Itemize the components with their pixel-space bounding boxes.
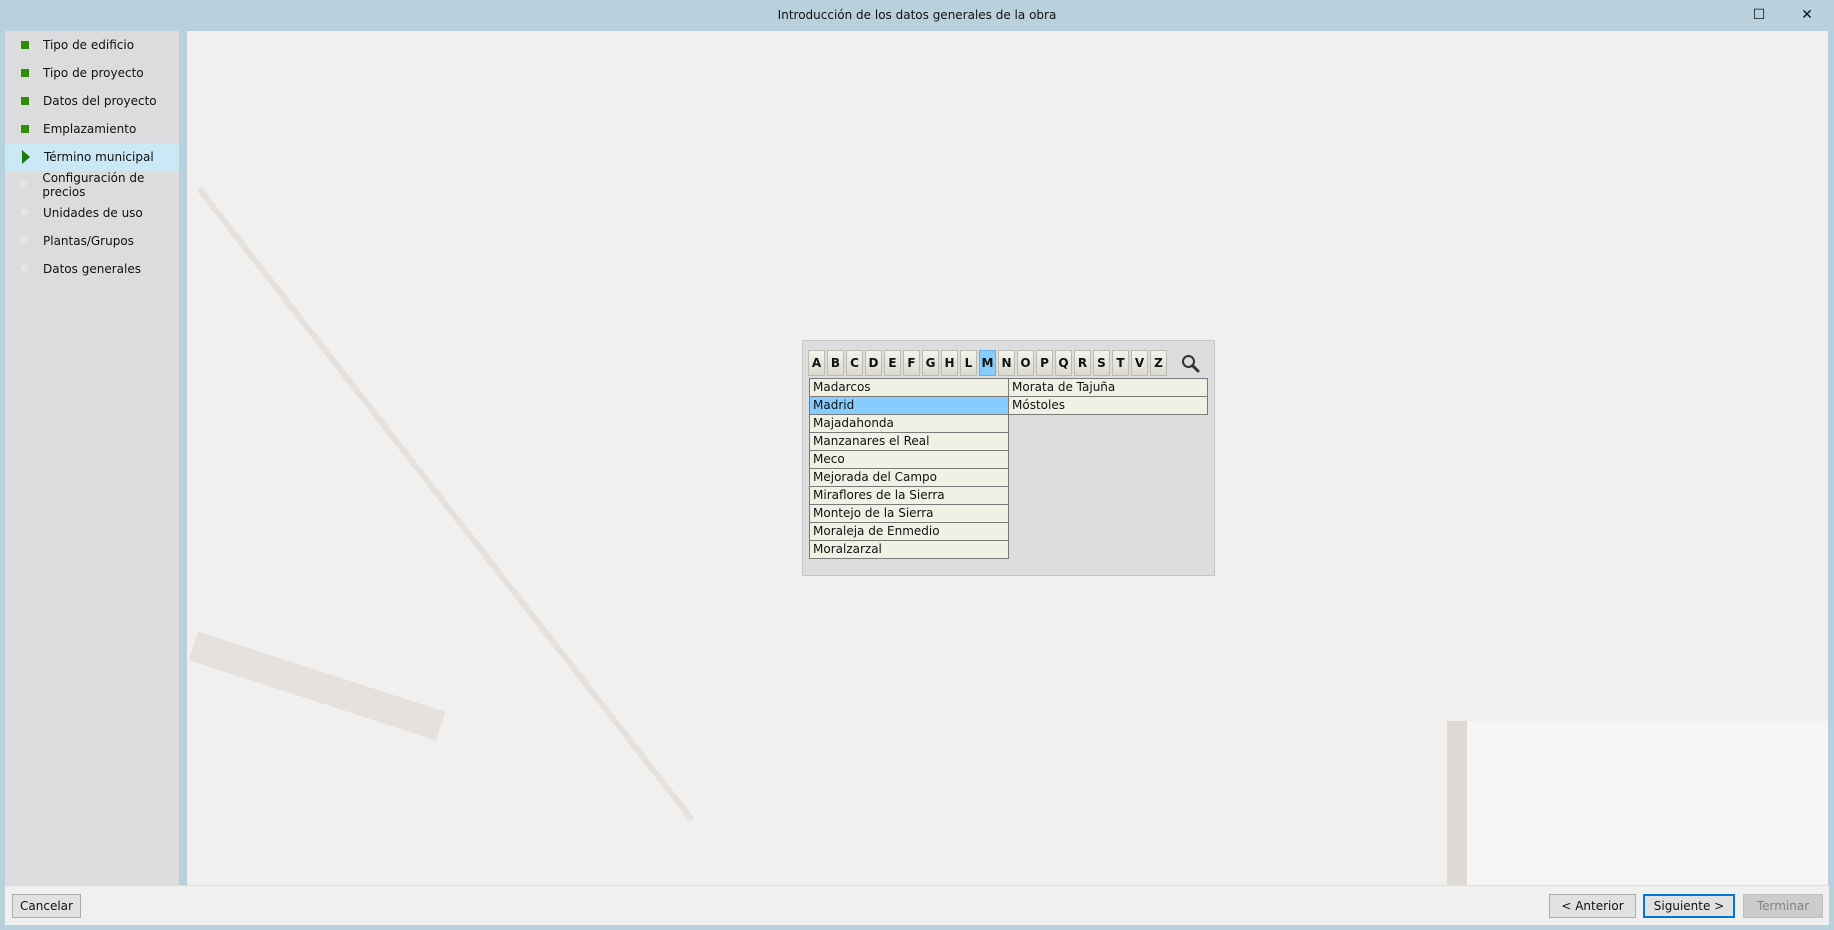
wizard-steps: Tipo de edificio Tipo de proyecto Datos de…: [5, 31, 179, 885]
cancel-button[interactable]: Cancelar: [12, 894, 81, 918]
municipality-item[interactable]: Manzanares el Real: [809, 432, 1009, 451]
letter-button-F[interactable]: F: [903, 350, 920, 376]
municipality-item[interactable]: Morata de Tajuña: [1008, 378, 1208, 397]
letter-button-Q[interactable]: Q: [1055, 350, 1072, 376]
municipality-item[interactable]: Montejo de la Sierra: [809, 504, 1009, 523]
step-done-icon: [21, 125, 29, 133]
letter-button-B[interactable]: B: [827, 350, 844, 376]
sidebar-item-label: Término municipal: [44, 150, 154, 164]
letter-button-S[interactable]: S: [1093, 350, 1110, 376]
municipality-item[interactable]: Móstoles: [1008, 396, 1208, 415]
letter-button-P[interactable]: P: [1036, 350, 1053, 376]
step-pending-icon: [21, 209, 29, 217]
municipality-item[interactable]: Moralzarzal: [809, 540, 1009, 559]
step-pending-icon: [21, 237, 29, 245]
sidebar-item-2[interactable]: Datos del proyecto: [5, 87, 179, 115]
step-pending-icon: [21, 181, 29, 189]
municipality-selector: ABCDEFGHLMNOPQRSTVZ Madarcos Madrid Majada…: [802, 340, 1215, 576]
step-pending-icon: [21, 265, 29, 273]
title-bar: Introducción de los datos generales de l…: [0, 0, 1834, 31]
sidebar-item-8[interactable]: Datos generales: [5, 255, 179, 283]
letter-button-R[interactable]: R: [1074, 350, 1091, 376]
municipality-item[interactable]: Madarcos: [809, 378, 1009, 397]
background-decoration: [188, 631, 446, 741]
sidebar-item-3[interactable]: Emplazamiento: [5, 115, 179, 143]
footer: Cancelar < Anterior Siguiente > Terminar: [5, 885, 1829, 925]
municipality-item[interactable]: Madrid: [809, 396, 1009, 415]
municipality-list-column-2: Morata de Tajuña Móstoles: [1008, 378, 1208, 415]
sidebar-item-label: Plantas/Grupos: [43, 234, 134, 248]
letter-filter-bar: ABCDEFGHLMNOPQRSTVZ: [808, 350, 1167, 376]
sidebar-item-1[interactable]: Tipo de proyecto: [5, 59, 179, 87]
background-decoration: [197, 187, 695, 822]
letter-button-H[interactable]: H: [941, 350, 958, 376]
letter-button-G[interactable]: G: [922, 350, 939, 376]
sidebar-item-label: Unidades de uso: [43, 206, 143, 220]
municipality-list-column-1: Madarcos Madrid Majadahonda Manzanares el R…: [809, 378, 1009, 559]
close-button[interactable]: ✕: [1784, 0, 1830, 31]
next-button[interactable]: Siguiente >: [1643, 894, 1735, 918]
letter-button-L[interactable]: L: [960, 350, 977, 376]
municipality-item[interactable]: Mejorada del Campo: [809, 468, 1009, 487]
sidebar-item-4[interactable]: Término municipal: [5, 143, 179, 171]
sidebar-item-7[interactable]: Plantas/Grupos: [5, 227, 179, 255]
sidebar-item-label: Emplazamiento: [43, 122, 137, 136]
sidebar-item-label: Configuración de precios: [42, 171, 145, 199]
step-done-icon: [21, 41, 29, 49]
sidebar-item-6[interactable]: Unidades de uso: [5, 199, 179, 227]
municipality-item[interactable]: Miraflores de la Sierra: [809, 486, 1009, 505]
back-button[interactable]: < Anterior: [1549, 894, 1636, 918]
sidebar-item-label: Tipo de proyecto: [43, 66, 144, 80]
main-area: ABCDEFGHLMNOPQRSTVZ Madarcos Madrid Majada…: [187, 31, 1828, 885]
municipality-item[interactable]: Majadahonda: [809, 414, 1009, 433]
letter-button-E[interactable]: E: [884, 350, 901, 376]
letter-button-A[interactable]: A: [808, 350, 825, 376]
letter-button-N[interactable]: N: [998, 350, 1015, 376]
letter-button-V[interactable]: V: [1131, 350, 1148, 376]
letter-button-T[interactable]: T: [1112, 350, 1129, 376]
current-step-arrow-icon: [22, 150, 30, 164]
sidebar-item-label: Datos del proyecto: [43, 94, 157, 108]
letter-button-O[interactable]: O: [1017, 350, 1034, 376]
step-done-icon: [21, 97, 29, 105]
letter-button-C[interactable]: C: [846, 350, 863, 376]
letter-button-Z[interactable]: Z: [1150, 350, 1167, 376]
step-done-icon: [21, 69, 29, 77]
window-title: Introducción de los datos generales de l…: [777, 8, 1057, 22]
sidebar-item-5[interactable]: Configuración de precios: [5, 171, 179, 199]
sidebar-item-label: Datos generales: [43, 262, 141, 276]
municipality-item[interactable]: Moraleja de Enmedio: [809, 522, 1009, 541]
maximize-button[interactable]: ☐: [1736, 0, 1782, 31]
letter-button-D[interactable]: D: [865, 350, 882, 376]
sidebar-item-label: Tipo de edificio: [43, 38, 135, 52]
finish-button: Terminar: [1743, 894, 1823, 918]
letter-button-M[interactable]: M: [979, 350, 996, 376]
background-decoration: [1447, 721, 1828, 885]
search-icon[interactable]: [1180, 353, 1202, 375]
municipality-item[interactable]: Meco: [809, 450, 1009, 469]
sidebar-item-0[interactable]: Tipo de edificio: [5, 31, 179, 59]
